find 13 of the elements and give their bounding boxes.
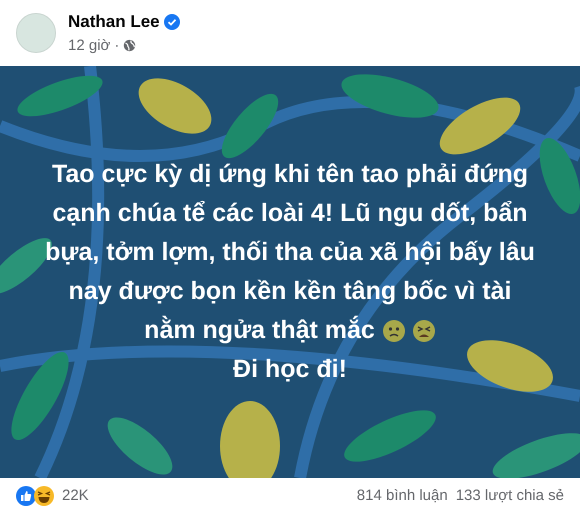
share-count[interactable]: 133 lượt chia sẻ: [456, 484, 564, 508]
like-reaction-icon[interactable]: [16, 486, 36, 506]
laughing-face-icon[interactable]: [34, 486, 54, 506]
separator: ·: [114, 36, 120, 56]
comment-count[interactable]: 814 bình luận: [356, 484, 448, 508]
author-name[interactable]: Nathan Lee: [68, 9, 160, 34]
post-text: nằm ngửa thật mắc: [144, 314, 375, 346]
sick-face-icon: [382, 318, 406, 342]
globe-icon: [123, 39, 136, 52]
reaction-count[interactable]: 22K: [62, 484, 89, 508]
closing-text: Đi học đi!: [233, 354, 347, 385]
post-time[interactable]: 12 giờ: [68, 34, 110, 57]
disgusted-face-icon: [412, 318, 436, 342]
